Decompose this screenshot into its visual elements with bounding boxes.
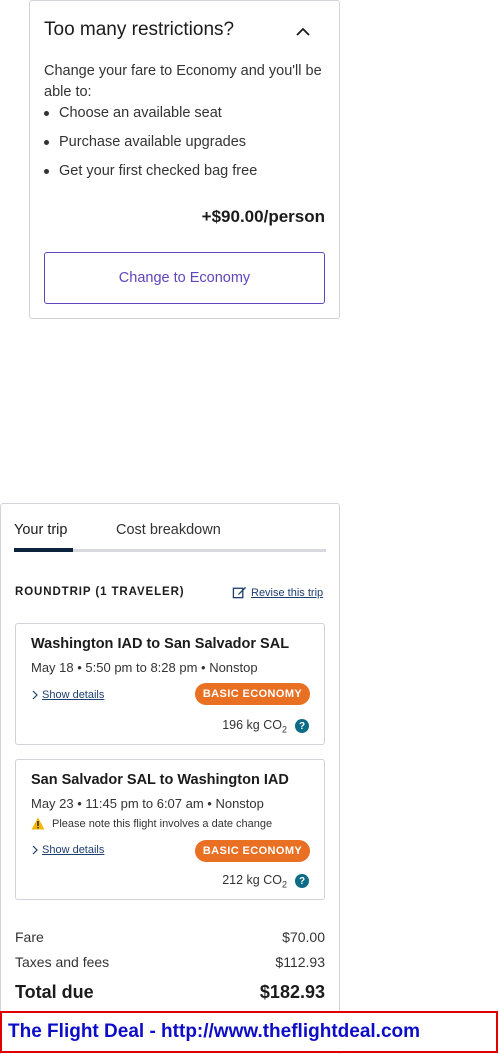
benefit-item: Purchase available upgrades	[44, 132, 257, 161]
flight-time: May 23 • 11:45 pm to 6:07 am • Nonstop	[31, 796, 264, 811]
show-details-link[interactable]: Show details	[31, 689, 104, 701]
info-icon[interactable]: ?	[295, 874, 309, 889]
trip-summary-card: Your trip Cost breakdown ROUNDTRIP (1 TR…	[0, 503, 340, 1054]
tab-your-trip[interactable]: Your trip	[14, 522, 67, 538]
benefit-item: Choose an available seat	[44, 103, 257, 132]
fare-row: Fare $70.00	[15, 929, 325, 945]
restrictions-intro: Change your fare to Economy and you'll b…	[44, 63, 322, 100]
flight-time: May 18 • 5:50 pm to 8:28 pm • Nonstop	[31, 660, 258, 675]
flight-route: San Salvador SAL to Washington IAD	[31, 772, 289, 788]
roundtrip-label: ROUNDTRIP (1 TRAVELER)	[15, 586, 185, 598]
taxes-row: Taxes and fees $112.93	[15, 954, 325, 970]
show-details-label: Show details	[42, 844, 105, 856]
warning-icon	[31, 817, 45, 830]
co2-emissions: 196 kg CO2 ?	[222, 718, 309, 735]
warning-text: Please note this flight involves a date …	[52, 817, 273, 830]
revise-trip-label: Revise this trip	[251, 586, 324, 599]
benefit-item: Get your first checked bag free	[44, 161, 257, 190]
taxes-label: Taxes and fees	[15, 954, 110, 970]
revise-trip-link[interactable]: Revise this trip	[232, 585, 323, 600]
taxes-value: $112.93	[275, 954, 325, 970]
co2-value: 212 kg CO2	[222, 873, 287, 890]
fare-class-badge: BASIC ECONOMY	[195, 683, 310, 705]
fare-restrictions-card: Too many restrictions? Change your fare …	[29, 0, 340, 319]
upgrade-price: +$90.00/person	[201, 207, 325, 226]
edit-icon	[232, 586, 247, 599]
show-details-label: Show details	[42, 689, 105, 701]
watermark-banner: The Flight Deal - http://www.theflightde…	[0, 1011, 498, 1053]
date-change-warning: Please note this flight involves a date …	[31, 817, 272, 830]
flight-segment-return: San Salvador SAL to Washington IAD May 2…	[15, 759, 325, 900]
chevron-up-icon[interactable]	[292, 21, 314, 43]
chevron-right-icon	[32, 845, 38, 855]
fare-class-badge: BASIC ECONOMY	[195, 840, 310, 862]
restrictions-title: Too many restrictions?	[44, 19, 235, 40]
benefits-list: Choose an available seat Purchase availa…	[44, 103, 257, 190]
tab-cost-breakdown[interactable]: Cost breakdown	[116, 522, 221, 538]
co2-value: 196 kg CO2	[222, 718, 287, 735]
total-value: $182.93	[259, 982, 325, 1002]
total-row: Total due $182.93	[15, 982, 325, 1003]
fare-label: Fare	[15, 929, 44, 945]
flight-route: Washington IAD to San Salvador SAL	[31, 636, 290, 652]
banner-text: The Flight Deal - http://www.theflightde…	[8, 1021, 421, 1042]
info-icon[interactable]: ?	[295, 719, 309, 734]
change-to-economy-button[interactable]: Change to Economy	[44, 252, 325, 304]
chevron-right-icon	[32, 690, 38, 700]
co2-emissions: 212 kg CO2 ?	[222, 873, 309, 890]
flight-segment-outbound: Washington IAD to San Salvador SAL May 1…	[15, 623, 325, 745]
active-tab-indicator	[14, 548, 73, 552]
fare-value: $70.00	[282, 929, 325, 945]
show-details-link[interactable]: Show details	[31, 844, 104, 856]
total-label: Total due	[15, 982, 94, 1002]
